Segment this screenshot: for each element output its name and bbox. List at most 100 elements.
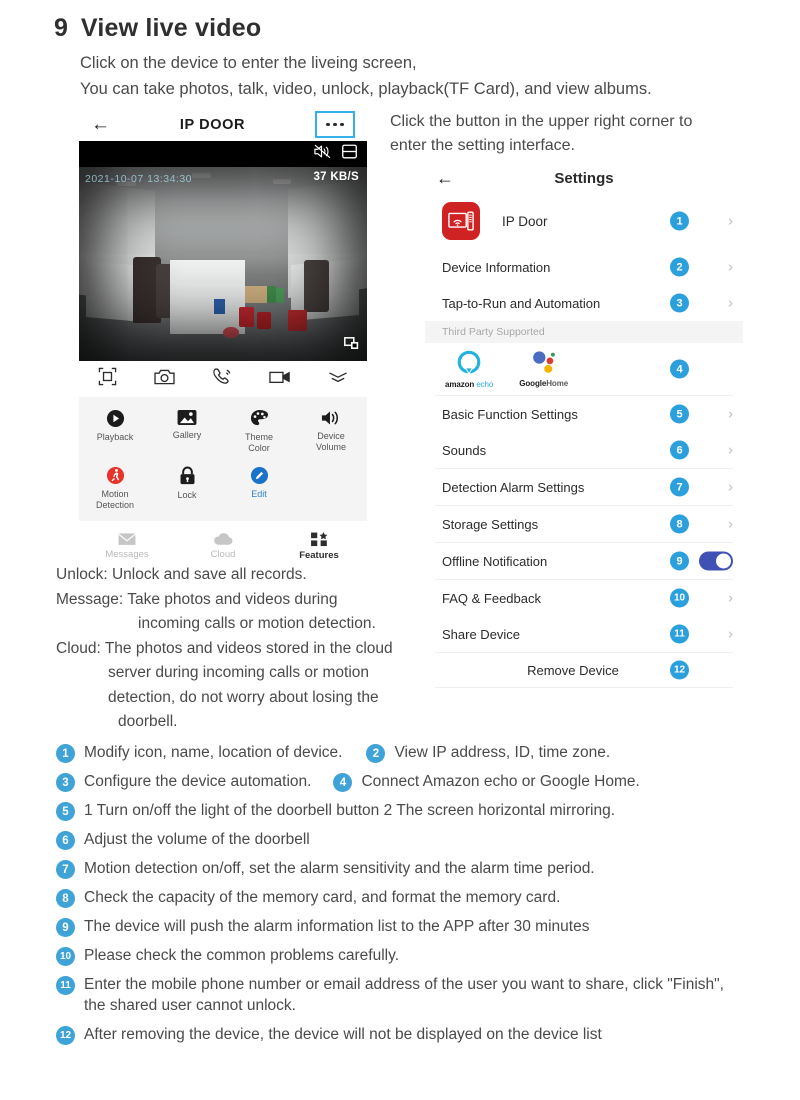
chevron-right-icon: › xyxy=(728,212,733,230)
feature-playback[interactable]: Playback xyxy=(79,405,151,454)
callout-badge: 2 xyxy=(670,257,689,277)
section-number: 9 xyxy=(54,14,68,42)
feature-gallery[interactable]: Gallery xyxy=(151,405,223,454)
split-view-icon[interactable] xyxy=(342,144,357,164)
feature-theme-color[interactable]: Theme Color xyxy=(223,405,295,454)
lock-icon xyxy=(180,466,194,485)
google-home-logo[interactable]: GoogleHome xyxy=(519,350,568,388)
feature-label: Edit xyxy=(251,489,267,499)
third-party-section-header: Third Party Supported xyxy=(425,321,743,343)
list-item: 3 Configure the device automation. xyxy=(56,771,311,792)
legend-number: 1 xyxy=(56,744,75,763)
right-note-line-2: enter the setting interface. xyxy=(390,137,575,154)
mute-icon[interactable] xyxy=(314,144,331,164)
brand-label: GoogleHome xyxy=(519,379,569,388)
desc-line-cloud-2: server during incoming calls or motion xyxy=(108,664,370,681)
settings-row-tap-to-run[interactable]: Tap-to-Run and Automation 3 › xyxy=(425,285,743,321)
settings-title: Settings xyxy=(554,169,614,187)
settings-row-device[interactable]: IP Door 1 › xyxy=(425,193,743,249)
video-action-bar xyxy=(79,361,367,397)
settings-row-sounds[interactable]: Sounds 6 › xyxy=(425,432,743,468)
envelope-icon xyxy=(118,533,136,545)
legend-row: 3 Configure the device automation. 4 Con… xyxy=(56,771,756,792)
palette-icon xyxy=(250,409,268,426)
tab-label: Messages xyxy=(105,549,149,560)
intro-text: Click on the device to enter the liveing… xyxy=(80,50,652,102)
settings-row-label: Storage Settings xyxy=(442,516,539,532)
list-item: 2 View IP address, ID, time zone. xyxy=(366,742,610,763)
legend-text: The device will push the alarm informati… xyxy=(84,918,590,935)
legend-row: 10 Please check the common problems care… xyxy=(56,945,756,966)
fullscreen-icon[interactable] xyxy=(98,367,117,391)
legend-row: 8 Check the capacity of the memory card,… xyxy=(56,887,756,908)
settings-row-label: Tap-to-Run and Automation xyxy=(442,295,601,311)
brand-label: amazon echo xyxy=(445,379,494,389)
back-arrow-icon[interactable]: ← xyxy=(91,115,110,134)
legend-text: 1 Turn on/off the light of the doorbell … xyxy=(84,802,616,819)
feature-device-volume[interactable]: Device Volume xyxy=(295,405,367,454)
video-top-overlay xyxy=(79,141,367,167)
left-description: Unlock: Unlock and save all records. Mes… xyxy=(56,563,476,735)
legend-list: 1 Modify icon, name, location of device.… xyxy=(56,742,756,1053)
legend-row: 12 After removing the device, the device… xyxy=(56,1024,756,1045)
amazon-echo-logo[interactable]: amazon echo xyxy=(445,350,493,389)
settings-row-storage[interactable]: Storage Settings 8 › xyxy=(425,506,743,542)
settings-row-basic-function[interactable]: Basic Function Settings 5 › xyxy=(425,396,743,432)
settings-row-label: Device Information xyxy=(442,259,551,275)
tab-features[interactable]: Features xyxy=(271,531,367,561)
legend-number: 4 xyxy=(333,773,353,792)
feature-label: Device Volume xyxy=(315,431,347,452)
feature-label: Motion Detection xyxy=(95,489,135,510)
legend-row: 7 Motion detection on/off, set the alarm… xyxy=(56,858,756,879)
legend-row: 9 The device will push the alarm informa… xyxy=(56,916,756,937)
motion-detection-icon xyxy=(106,466,124,485)
feature-label: Gallery xyxy=(172,430,202,440)
legend-text: Motion detection on/off, set the alarm s… xyxy=(84,860,595,877)
video-record-icon[interactable] xyxy=(269,369,291,390)
page-title: View live video xyxy=(80,14,262,42)
more-options-icon[interactable] xyxy=(314,111,355,138)
feature-motion-detection[interactable]: Motion Detection xyxy=(79,462,151,511)
legend-number: 7 xyxy=(56,860,75,879)
settings-row-detection-alarm[interactable]: Detection Alarm Settings 7 › xyxy=(425,469,743,505)
legend-text: Connect Amazon echo or Google Home. xyxy=(361,773,640,790)
legend-row: 11 Enter the mobile phone number or emai… xyxy=(56,974,756,1016)
chevron-right-icon: › xyxy=(728,294,733,312)
callout-badge: 5 xyxy=(670,404,689,424)
settings-row-label: Sounds xyxy=(442,442,487,458)
camera-icon[interactable] xyxy=(154,368,175,391)
desc-line-message-2: incoming calls or motion detection. xyxy=(138,615,376,632)
phone-call-icon[interactable] xyxy=(212,367,232,391)
settings-row-third-party[interactable]: amazon echo GoogleHome 4 xyxy=(425,343,743,395)
offline-notification-toggle[interactable] xyxy=(699,551,733,571)
intro-line-2: You can take photos, talk, video, unlock… xyxy=(80,80,652,98)
video-bitrate: 37 KB/S xyxy=(313,171,359,183)
picture-in-picture-icon[interactable] xyxy=(344,337,359,355)
tab-cloud[interactable]: Cloud xyxy=(175,532,271,560)
settings-row-label: Offline Notification xyxy=(442,553,548,569)
play-circle-icon xyxy=(106,409,124,428)
tab-label: Features xyxy=(299,549,339,561)
settings-row-device-information[interactable]: Device Information 2 › xyxy=(425,249,743,285)
chevron-right-icon: › xyxy=(728,625,733,643)
chevron-right-icon: › xyxy=(728,515,733,533)
grid-icon xyxy=(310,531,327,546)
chevron-right-icon: › xyxy=(728,258,733,276)
collapse-chevrons-icon[interactable] xyxy=(328,370,348,389)
legend-text: Please check the common problems careful… xyxy=(84,947,400,964)
feature-edit[interactable]: Edit xyxy=(223,462,295,511)
tab-messages[interactable]: Messages xyxy=(79,532,175,560)
page-root: 9 View live video Click on the device to… xyxy=(0,0,800,1100)
section-heading: 9 View live video xyxy=(54,14,261,43)
doorbell-device-icon xyxy=(442,202,480,240)
legend-number: 3 xyxy=(56,773,75,792)
callout-badge: 6 xyxy=(670,440,689,460)
live-video-player[interactable]: 2021-10-07 13:34:30 37 KB/S xyxy=(79,141,367,361)
intro-line-1: Click on the device to enter the liveing… xyxy=(80,54,417,72)
callout-badge: 7 xyxy=(670,477,689,497)
feature-lock[interactable]: Lock xyxy=(151,462,223,511)
feature-label: Theme Color xyxy=(244,432,273,453)
phone-title: IP DOOR xyxy=(179,116,246,133)
image-icon xyxy=(177,409,197,426)
feature-label: Lock xyxy=(177,490,197,500)
